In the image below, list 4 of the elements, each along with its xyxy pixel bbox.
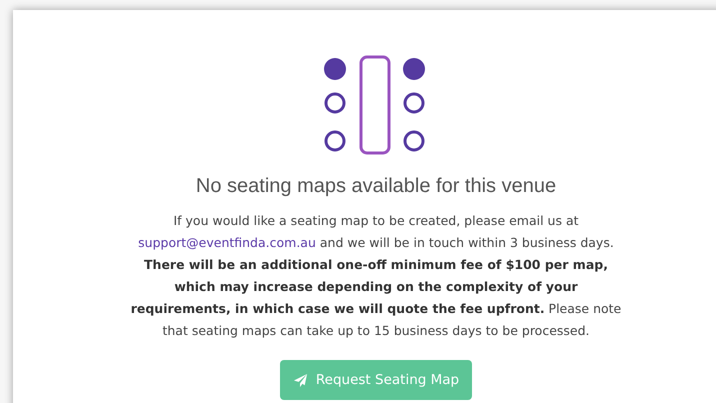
email-link[interactable]: support@eventfinda.com.au — [138, 235, 316, 250]
info-paragraph: If you would like a seating map to be created, please email us at support@eventfinda.com.au and we will be in touch within 3 business days. There will be an additional one-off minimum fee of $100 per map, which may increase depending on the complexity of your requirements, in which case we will quote the fee upfront. Please note that seating maps can take up to 15 business days to be processed. — [130, 212, 622, 340]
send-icon — [292, 372, 308, 388]
empty-state-title: No seating maps available for this venue — [196, 175, 556, 198]
